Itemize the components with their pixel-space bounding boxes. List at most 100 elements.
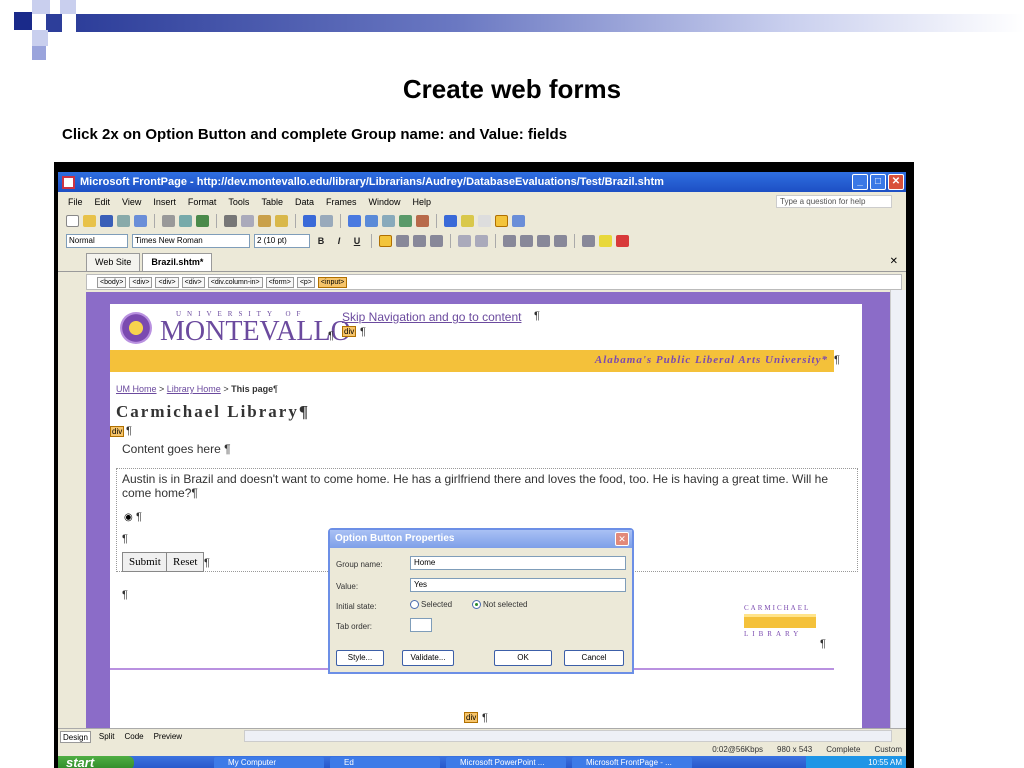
align-left-icon[interactable]	[379, 235, 392, 247]
spelling-icon[interactable]	[196, 215, 209, 227]
tag-div[interactable]: <div>	[155, 276, 179, 288]
pilcrow: ¶	[273, 384, 278, 394]
task-frontpage[interactable]: Microsoft FrontPage - ...	[572, 757, 692, 768]
style-combo[interactable]: Normal	[66, 234, 128, 248]
menu-view[interactable]: View	[122, 197, 141, 207]
ok-button[interactable]: OK	[494, 650, 552, 666]
align-center-icon[interactable]	[396, 235, 409, 247]
ask-question-input[interactable]: Type a question for help	[776, 195, 892, 208]
show-all-icon[interactable]	[495, 215, 508, 227]
increase-indent-icon[interactable]	[554, 235, 567, 247]
justify-icon[interactable]	[430, 235, 443, 247]
italic-button[interactable]: I	[332, 236, 346, 246]
tag-form[interactable]: <form>	[265, 276, 294, 288]
tag-p[interactable]: <p>	[296, 276, 315, 288]
save-icon[interactable]	[100, 215, 113, 227]
tab-design[interactable]: Design	[60, 730, 91, 743]
open-icon[interactable]	[83, 215, 96, 227]
menu-frames[interactable]: Frames	[326, 197, 357, 207]
skip-navigation-link[interactable]: Skip Navigation and go to content	[342, 310, 521, 324]
content-placeholder: Content goes here ¶	[122, 442, 231, 456]
menu-data[interactable]: Data	[295, 197, 314, 207]
menu-window[interactable]: Window	[368, 197, 400, 207]
preview-icon[interactable]	[179, 215, 192, 227]
align-right-icon[interactable]	[413, 235, 426, 247]
copy-icon[interactable]	[241, 215, 254, 227]
insert-table-icon[interactable]	[365, 215, 378, 227]
tab-split[interactable]: Split	[97, 731, 117, 743]
paste-icon[interactable]	[258, 215, 271, 227]
redo-icon[interactable]	[320, 215, 333, 227]
reset-button[interactable]: Reset	[166, 552, 205, 572]
validate-button[interactable]: Validate...	[402, 650, 454, 666]
tab-preview[interactable]: Preview	[152, 731, 184, 743]
highlight-icon[interactable]	[599, 235, 612, 247]
submit-button[interactable]: Submit	[122, 552, 168, 572]
task-ed[interactable]: Ed	[330, 757, 440, 768]
option-button[interactable]: ◉	[124, 512, 133, 523]
bold-button[interactable]: B	[314, 236, 328, 246]
close-icon[interactable]: ✕	[888, 174, 904, 190]
borders-icon[interactable]	[582, 235, 595, 247]
tab-brazil[interactable]: Brazil.shtm*	[142, 253, 213, 271]
menu-insert[interactable]: Insert	[153, 197, 176, 207]
insert-layer-icon[interactable]	[382, 215, 395, 227]
maximize-icon[interactable]: □	[870, 174, 886, 190]
menu-table[interactable]: Table	[261, 197, 283, 207]
search-icon[interactable]	[117, 215, 130, 227]
web-component-icon[interactable]	[348, 215, 361, 227]
tab-order-input[interactable]	[410, 618, 432, 632]
value-input[interactable]: Yes	[410, 578, 626, 592]
numbering-icon[interactable]	[503, 235, 516, 247]
tag-body[interactable]: <body>	[97, 276, 127, 288]
start-button[interactable]: start	[58, 756, 134, 768]
crumb-library-home[interactable]: Library Home	[167, 384, 221, 394]
underline-button[interactable]: U	[350, 236, 364, 246]
menu-edit[interactable]: Edit	[95, 197, 111, 207]
menu-tools[interactable]: Tools	[228, 197, 249, 207]
undo-icon[interactable]	[303, 215, 316, 227]
decrease-font-icon[interactable]	[475, 235, 488, 247]
bullets-icon[interactable]	[520, 235, 533, 247]
tag-input[interactable]: <input>	[317, 276, 348, 288]
menu-help[interactable]: Help	[413, 197, 432, 207]
tag-div[interactable]: <div>	[129, 276, 153, 288]
tab-code[interactable]: Code	[122, 731, 145, 743]
task-my-computer[interactable]: My Computer	[214, 757, 324, 768]
vertical-scrollbar[interactable]	[890, 290, 906, 728]
task-powerpoint[interactable]: Microsoft PowerPoint ...	[446, 757, 566, 768]
format-painter-icon[interactable]	[275, 215, 288, 227]
tag-div-column-in[interactable]: <div.column-in>	[207, 276, 263, 288]
new-page-icon[interactable]	[66, 215, 79, 227]
tag-div[interactable]: <div>	[181, 276, 205, 288]
selected-radio[interactable]: Selected	[410, 600, 452, 609]
not-selected-radio[interactable]: Not selected	[472, 600, 527, 609]
minimize-icon[interactable]: _	[852, 174, 868, 190]
decrease-indent-icon[interactable]	[537, 235, 550, 247]
cut-icon[interactable]	[224, 215, 237, 227]
group-name-label: Group name:	[336, 560, 383, 569]
increase-font-icon[interactable]	[458, 235, 471, 247]
dialog-close-icon[interactable]: ✕	[615, 532, 629, 546]
publish-icon[interactable]	[134, 215, 147, 227]
hyperlink-icon[interactable]	[444, 215, 457, 227]
stop-icon[interactable]	[478, 215, 491, 227]
close-document-icon[interactable]: ✕	[890, 256, 898, 267]
drawing-icon[interactable]	[416, 215, 429, 227]
cancel-button[interactable]: Cancel	[564, 650, 624, 666]
insert-picture-icon[interactable]	[399, 215, 412, 227]
font-color-icon[interactable]	[616, 235, 629, 247]
font-combo[interactable]: Times New Roman	[132, 234, 250, 248]
print-icon[interactable]	[162, 215, 175, 227]
help-icon[interactable]	[512, 215, 525, 227]
horizontal-scrollbar[interactable]	[244, 730, 892, 742]
crumb-um-home[interactable]: UM Home	[116, 384, 157, 394]
tab-web-site[interactable]: Web Site	[86, 253, 141, 271]
menu-format[interactable]: Format	[188, 197, 217, 207]
refresh-icon[interactable]	[461, 215, 474, 227]
menu-file[interactable]: File	[68, 197, 83, 207]
deco-square-4	[46, 14, 62, 32]
size-combo[interactable]: 2 (10 pt)	[254, 234, 310, 248]
group-name-input[interactable]: Home	[410, 556, 626, 570]
style-button[interactable]: Style...	[336, 650, 384, 666]
